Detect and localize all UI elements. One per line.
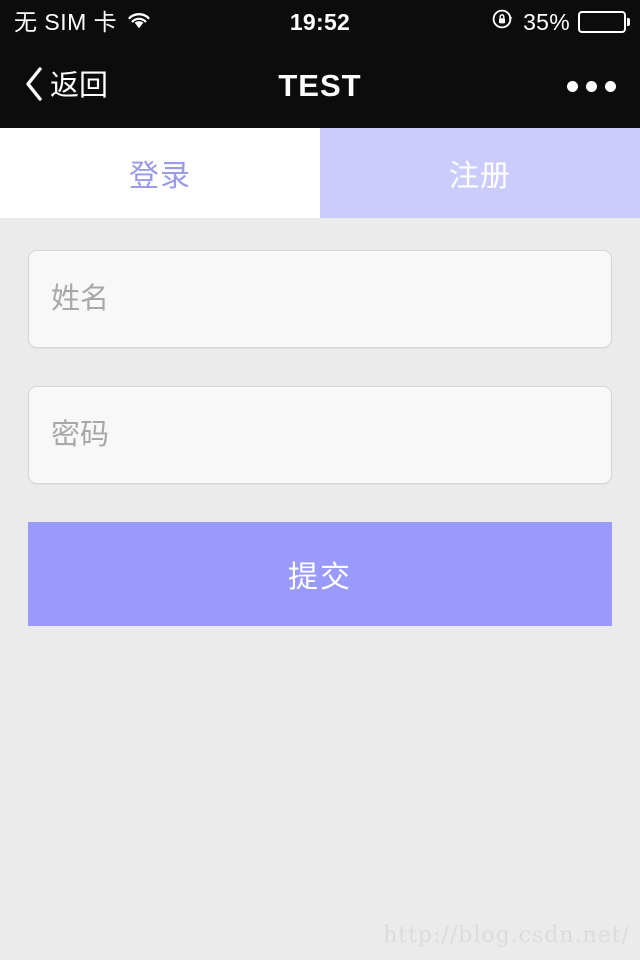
- tab-login-label: 登录: [129, 160, 191, 193]
- status-bar-right: 35%: [491, 7, 626, 37]
- rotation-lock-icon: [491, 7, 515, 37]
- password-field[interactable]: [28, 386, 612, 484]
- status-bar-left: 无 SIM 卡: [14, 9, 152, 36]
- submit-button[interactable]: 提交: [28, 522, 612, 626]
- name-input[interactable]: [51, 282, 589, 316]
- back-button-label: 返回: [50, 69, 109, 102]
- tab-login[interactable]: 登录: [0, 128, 320, 218]
- status-bar: 无 SIM 卡 19:52 35%: [0, 0, 640, 44]
- battery-percent-label: 35%: [523, 8, 570, 35]
- tab-register-label: 注册: [449, 160, 511, 193]
- more-dot-icon: [567, 80, 578, 92]
- navigation-bar: 返回 TEST: [0, 44, 640, 128]
- phone-screen: 无 SIM 卡 19:52 35% 返回 TEST 登录 注册 姓名 密码 提交…: [0, 0, 640, 960]
- name-field[interactable]: [28, 250, 612, 348]
- wifi-icon: [126, 9, 152, 36]
- tab-bar: 登录 注册: [0, 128, 640, 218]
- battery-icon: [578, 11, 626, 33]
- carrier-label: 无 SIM 卡: [14, 8, 118, 35]
- chevron-left-icon: [22, 64, 46, 109]
- more-dot-icon: [605, 80, 616, 92]
- more-dot-icon: [586, 80, 597, 92]
- password-input[interactable]: [51, 418, 589, 452]
- tab-register[interactable]: 注册: [320, 128, 640, 218]
- more-options-button[interactable]: [565, 73, 618, 100]
- back-button[interactable]: 返回: [22, 64, 108, 109]
- form-content: 提交 http://blog.csdn.net/: [0, 218, 640, 960]
- watermark-text: http://blog.csdn.net/: [383, 923, 630, 948]
